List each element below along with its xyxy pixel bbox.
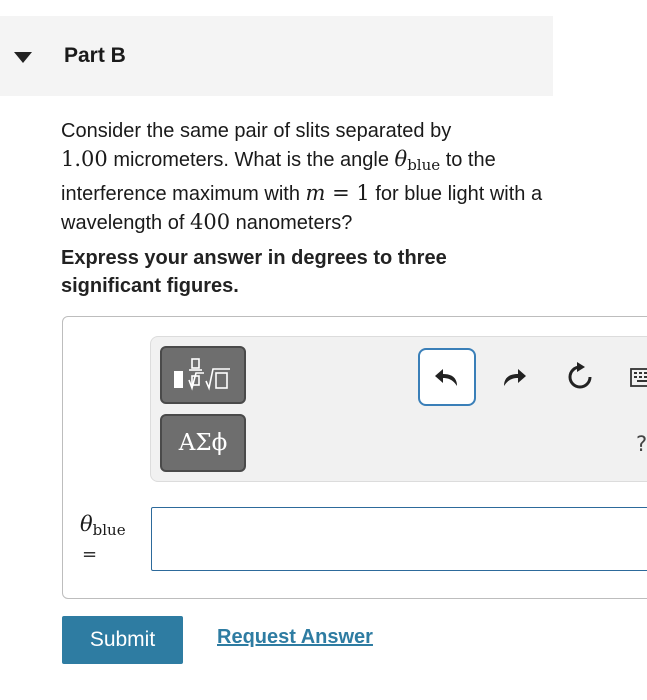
wavelength-value: 400 <box>189 210 231 234</box>
templates-button[interactable] <box>160 346 246 404</box>
redo-icon <box>504 369 526 386</box>
submit-button[interactable]: Submit <box>62 616 183 664</box>
help-button[interactable]: ? <box>636 432 647 456</box>
request-answer-link[interactable]: Request Answer <box>217 626 373 649</box>
undo-icon <box>435 369 457 386</box>
theta-blue-symbol: θblue <box>394 147 441 174</box>
greek-symbols-button[interactable]: ΑΣϕ <box>160 414 246 472</box>
slit-separation-value: 1.00 <box>61 147 108 171</box>
keyboard-button[interactable] <box>620 352 647 402</box>
fraction-radical-template-icon <box>174 358 230 391</box>
answer-input[interactable] <box>151 507 647 571</box>
answer-instructions: Express your answer in degrees to three … <box>61 247 447 297</box>
answer-variable-label: θblue <box>80 512 126 539</box>
equals-sign: = <box>82 544 98 565</box>
keyboard-icon <box>630 368 647 387</box>
question-text-segment: Consider the same pair of slits separate… <box>61 120 452 142</box>
redo-button[interactable] <box>490 352 538 402</box>
collapse-caret-icon[interactable] <box>14 52 32 63</box>
reset-button[interactable] <box>556 352 604 402</box>
order-equation: m = 1 <box>305 181 370 205</box>
question-text-segment: micrometers. What is the angle <box>107 149 395 171</box>
greek-symbols-label: ΑΣϕ <box>178 430 228 456</box>
reset-icon <box>568 362 592 389</box>
part-title: Part B <box>64 44 126 67</box>
question-text-segment: nanometers? <box>230 212 353 234</box>
undo-button[interactable] <box>418 348 476 406</box>
question-text: Consider the same pair of slits separate… <box>61 117 581 237</box>
